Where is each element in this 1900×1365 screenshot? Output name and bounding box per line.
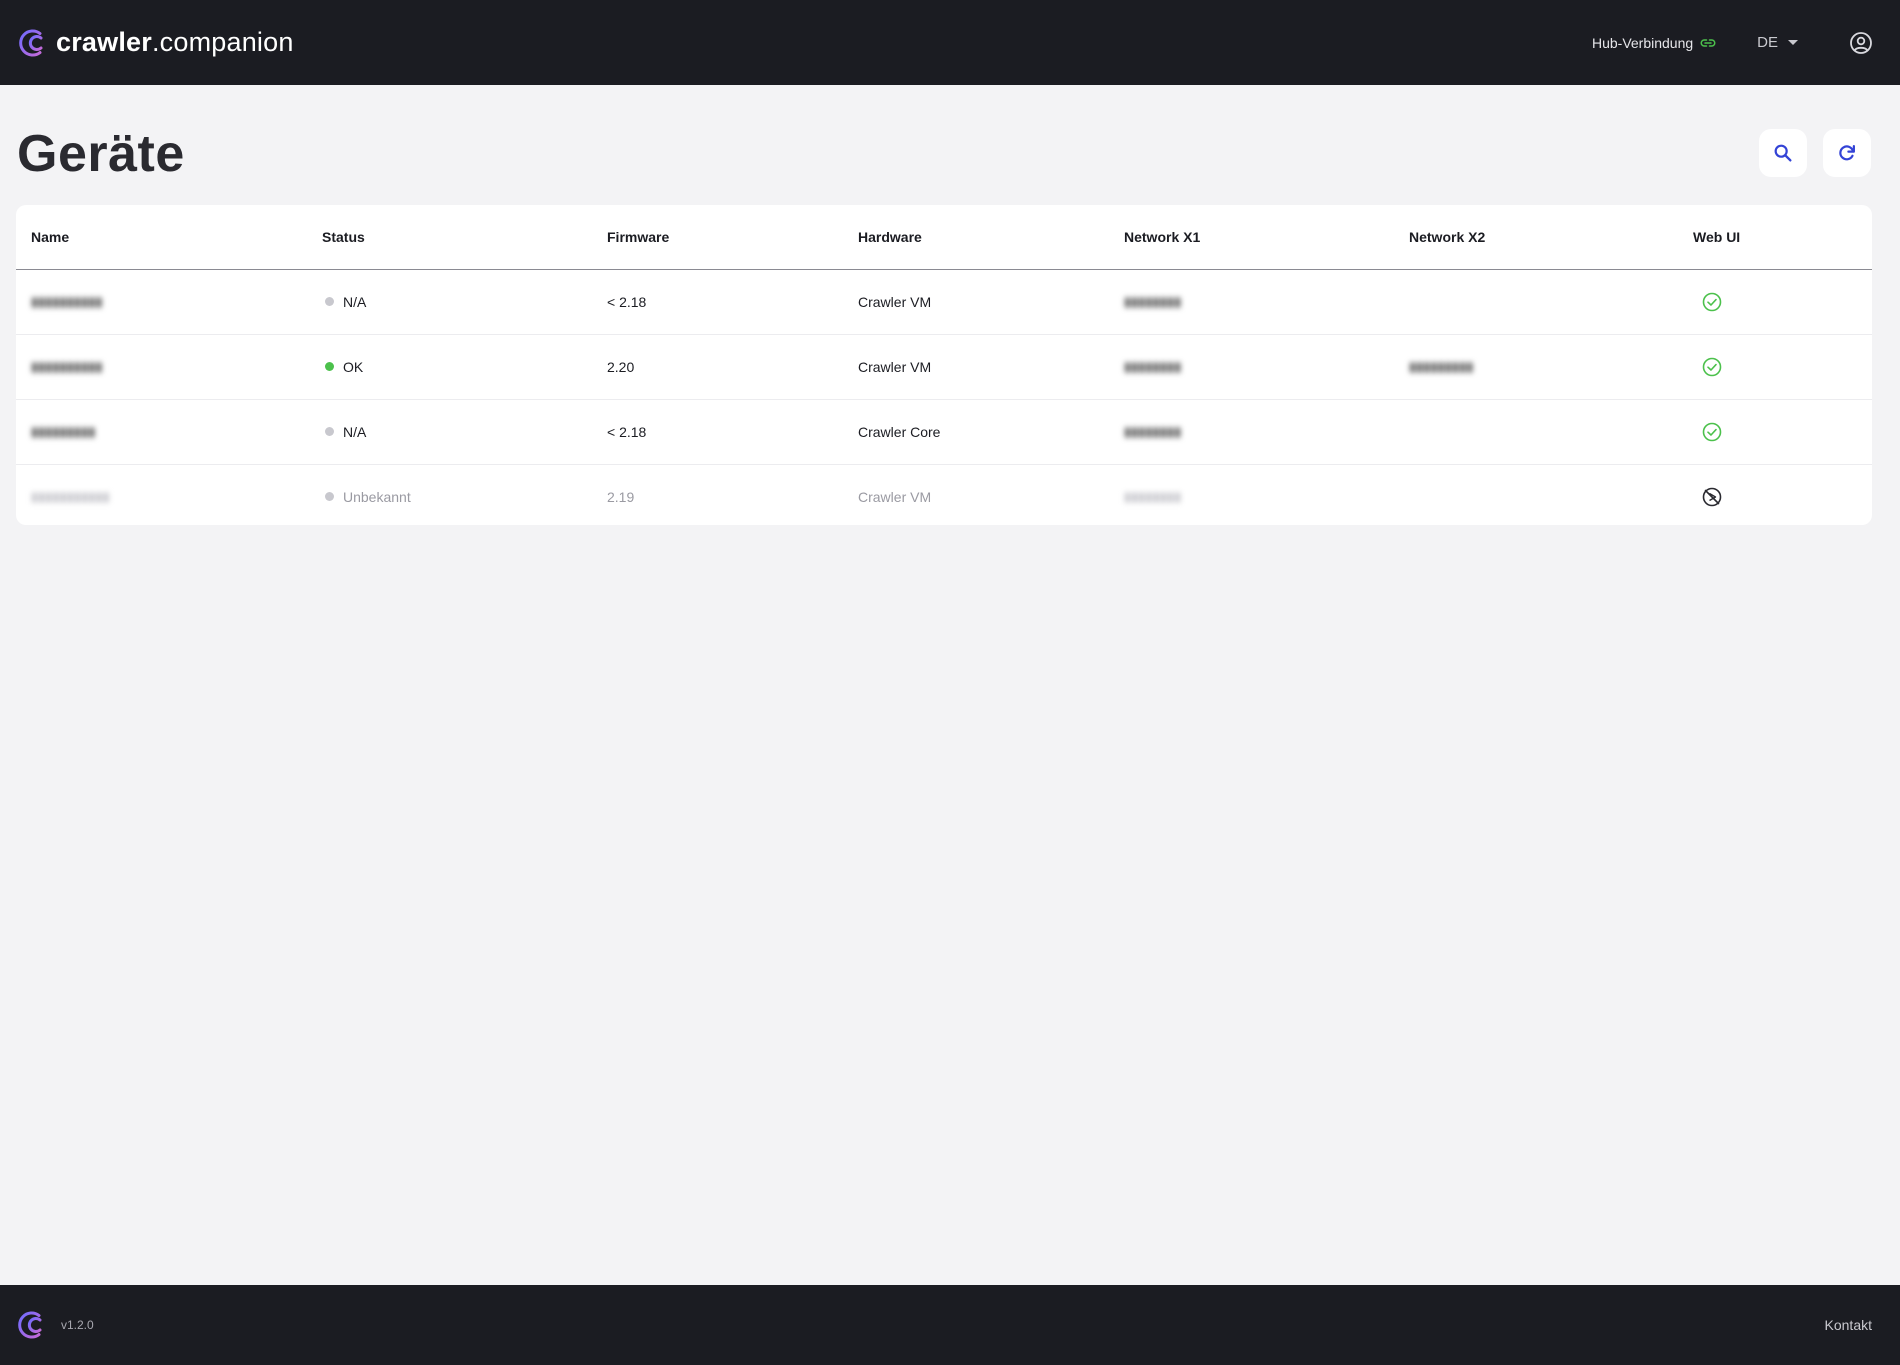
table-header-row: Name Status Firmware Hardware Network X1… [16,205,1872,270]
network-x1-redacted: ▮▮▮▮▮▮▮▮ [1124,359,1182,374]
network-x1-redacted: ▮▮▮▮▮▮▮▮ [1124,424,1182,439]
device-firmware: 2.20 [607,334,858,400]
web-ui-offline-icon [1702,487,1722,506]
language-value: DE [1757,34,1778,51]
network-x2-empty [1409,464,1693,525]
search-icon [1774,144,1792,162]
search-button[interactable] [1759,129,1807,177]
devices-table-card: Name Status Firmware Hardware Network X1… [16,205,1872,525]
contact-link[interactable]: Kontakt [1825,1317,1872,1333]
footer: v1.2.0 Kontakt [0,1285,1900,1365]
table-row[interactable]: ▮▮▮▮▮▮▮▮▮▮ OK 2.20 Crawler VM ▮▮▮▮▮▮▮▮ ▮… [16,334,1872,400]
refresh-icon [1839,145,1855,161]
user-circle-icon [1850,31,1872,54]
devices-table: Name Status Firmware Hardware Network X1… [16,205,1872,525]
account-button[interactable] [1848,30,1874,56]
column-header-hardware[interactable]: Hardware [858,205,1124,270]
brand[interactable]: crawler.companion [16,27,294,59]
device-status: Unbekannt [343,488,411,505]
status-dot [325,297,334,306]
device-hardware: Crawler VM [858,488,932,505]
check-circle-icon[interactable] [1701,356,1723,378]
language-selector[interactable]: DE [1757,34,1798,51]
refresh-button[interactable] [1823,129,1871,177]
table-row[interactable]: ▮▮▮▮▮▮▮▮▮▮ N/A < 2.18 Crawler VM ▮▮▮▮▮▮▮… [16,269,1872,335]
status-dot [325,492,334,501]
check-circle-icon[interactable] [1701,421,1723,443]
device-hardware: Crawler Core [858,399,1124,465]
status-dot [325,362,334,371]
device-hardware: Crawler VM [858,269,1124,335]
device-name-redacted: ▮▮▮▮▮▮▮▮▮▮ [31,294,103,309]
device-firmware: 2.19 [607,488,635,505]
device-name-redacted: ▮▮▮▮▮▮▮▮▮▮▮ [31,489,110,504]
table-row[interactable]: ▮▮▮▮▮▮▮▮▮ N/A < 2.18 Crawler Core ▮▮▮▮▮▮… [16,399,1872,465]
column-header-firmware[interactable]: Firmware [607,205,858,270]
chevron-down-icon [1788,40,1798,45]
hub-connection-status[interactable]: Hub-Verbindung [1592,34,1717,52]
top-navigation-bar: crawler.companion Hub-Verbindung DE [0,0,1900,85]
column-header-status[interactable]: Status [322,205,607,270]
device-hardware: Crawler VM [858,334,1124,400]
column-header-web-ui[interactable]: Web UI [1693,205,1872,270]
device-status: N/A [343,423,367,440]
network-x1-redacted: ▮▮▮▮▮▮▮▮ [1124,489,1182,504]
hub-connection-label: Hub-Verbindung [1591,34,1694,51]
device-firmware: < 2.18 [607,269,858,335]
device-status: N/A [343,293,367,310]
device-firmware: < 2.18 [607,399,858,465]
network-x2-redacted: ▮▮▮▮▮▮▮▮▮ [1409,359,1474,374]
column-header-network-x2[interactable]: Network X2 [1409,205,1693,270]
check-circle-icon[interactable] [1701,291,1723,313]
table-row[interactable]: ▮▮▮▮▮▮▮▮▮▮▮ Unbekannt 2.19 Crawler VM ▮▮… [16,464,1872,525]
column-header-name[interactable]: Name [16,205,322,270]
network-x1-redacted: ▮▮▮▮▮▮▮▮ [1124,294,1182,309]
network-x2-empty [1409,399,1693,465]
link-icon [1700,38,1716,47]
crawler-logo-icon [19,29,43,56]
device-name-redacted: ▮▮▮▮▮▮▮▮▮▮ [31,359,103,374]
device-status: OK [343,358,364,375]
brand-name: crawler.companion [56,27,294,57]
page-title: Geräte [17,125,185,183]
crawler-logo-icon [18,1311,42,1339]
column-header-network-x1[interactable]: Network X1 [1124,205,1409,270]
device-name-redacted: ▮▮▮▮▮▮▮▮▮ [31,424,96,439]
app-version: v1.2.0 [61,1318,94,1332]
network-x2-empty [1409,269,1693,335]
status-dot [325,427,334,436]
